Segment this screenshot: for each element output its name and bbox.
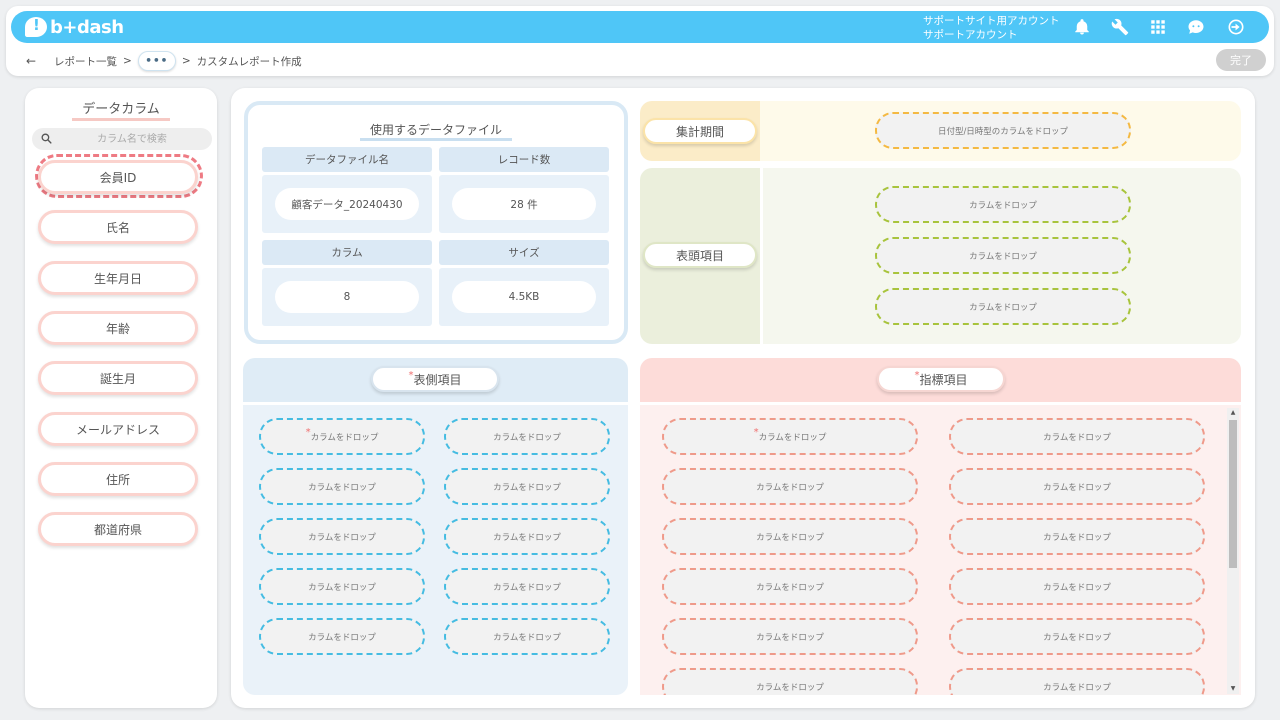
metrics-drop-area: * カラムをドロップ カラムをドロップ カラムをドロップ カラムをドロップ カラム… <box>640 405 1241 695</box>
data-file-title: 使用するデータファイル <box>248 121 624 141</box>
metric-drop-zone[interactable]: カラムをドロップ <box>949 668 1205 695</box>
breadcrumb-current: カスタムレポート作成 <box>196 55 302 68</box>
metric-drop-zone[interactable]: カラムをドロップ <box>662 518 918 555</box>
header-card: b+dash サポートサイト用アカウント サポートアカウント ← レポート一覧 … <box>6 6 1274 76</box>
breadcrumb-more-button[interactable]: ••• <box>137 51 176 71</box>
column-header-label: 表頭項目 <box>643 242 757 268</box>
logo-mark-icon <box>25 16 47 37</box>
record-count-cell: 28 件 <box>439 175 609 233</box>
metric-drop-zone[interactable]: カラムをドロップ <box>662 668 918 695</box>
column-item-birth-month[interactable]: 誕生月 <box>38 361 198 395</box>
bdash-logo[interactable]: b+dash <box>25 16 124 38</box>
metric-drop-zone[interactable]: カラムをドロップ <box>949 568 1205 605</box>
scroll-down-arrow-icon[interactable]: ▼ <box>1227 684 1239 694</box>
metrics-scrollbar[interactable]: ▲ ▼ <box>1227 408 1239 694</box>
column-item-age[interactable]: 年齢 <box>38 311 198 345</box>
column-count-cell: 8 <box>262 268 432 326</box>
row-header-drop-zone[interactable]: カラムをドロップ <box>444 518 610 555</box>
column-header-drop-zone[interactable]: カラムをドロップ <box>875 237 1131 274</box>
required-mark: * <box>408 369 414 381</box>
row-header-drop-zone[interactable]: カラムをドロップ <box>444 568 610 605</box>
sidebar-title: データカラム <box>25 98 217 121</box>
column-search-input[interactable] <box>62 128 202 150</box>
row-header-drop-zone[interactable]: カラムをドロップ <box>444 468 610 505</box>
row-header-drop-zone[interactable]: カラムをドロップ <box>444 618 610 655</box>
wrench-icon[interactable] <box>1109 16 1131 38</box>
column-count-value: 8 <box>275 281 419 313</box>
metric-drop-zone[interactable]: カラムをドロップ <box>662 618 918 655</box>
column-header-drop-zone[interactable]: カラムをドロップ <box>875 288 1131 325</box>
file-size-header: サイズ <box>439 240 609 265</box>
metric-drop-zone[interactable]: カラムをドロップ <box>949 618 1205 655</box>
logo-text: b+dash <box>50 16 124 38</box>
row-header-label: * 表側項目 <box>371 366 499 392</box>
column-item-address[interactable]: 住所 <box>38 462 198 496</box>
column-item-name[interactable]: 氏名 <box>38 210 198 244</box>
column-header-drop-zone[interactable]: カラムをドロップ <box>875 186 1131 223</box>
metric-drop-zone[interactable]: カラムをドロップ <box>949 418 1205 455</box>
account-info[interactable]: サポートサイト用アカウント サポートアカウント <box>923 14 1060 42</box>
data-column-sidebar: データカラム 会員ID 氏名 生年月日 年齢 誕生月 メールアドレス 住所 都道… <box>25 88 217 708</box>
required-mark: * <box>914 369 920 381</box>
metric-drop-zone[interactable]: カラムをドロップ <box>949 518 1205 555</box>
metric-drop-zone[interactable]: * カラムをドロップ <box>662 418 918 455</box>
record-count-header: レコード数 <box>439 147 609 172</box>
breadcrumb-separator: > <box>123 55 132 67</box>
account-user-name: サポートアカウント <box>923 29 1018 41</box>
record-count-value: 28 件 <box>452 188 596 220</box>
row-header-drop-zone[interactable]: カラムをドロップ <box>259 518 425 555</box>
logout-icon[interactable] <box>1225 16 1247 38</box>
metrics-label: * 指標項目 <box>877 366 1005 392</box>
row-header-drop-zone[interactable]: カラムをドロップ <box>444 418 610 455</box>
row-header-drop-zone[interactable]: カラムをドロップ <box>259 618 425 655</box>
metric-drop-zone[interactable]: カラムをドロップ <box>662 468 918 505</box>
scrollbar-thumb[interactable] <box>1229 420 1237 568</box>
column-count-header: カラム <box>262 240 432 265</box>
metric-drop-zone[interactable]: カラムをドロップ <box>949 468 1205 505</box>
metric-drop-zone[interactable]: カラムをドロップ <box>662 568 918 605</box>
period-label: 集計期間 <box>643 118 757 144</box>
scroll-up-arrow-icon[interactable]: ▲ <box>1227 408 1239 418</box>
row-header-drop-zone[interactable]: カラムをドロップ <box>259 468 425 505</box>
column-item-member-id[interactable]: 会員ID <box>38 160 198 194</box>
bell-icon[interactable] <box>1071 16 1093 38</box>
column-item-email[interactable]: メールアドレス <box>38 412 198 446</box>
done-button[interactable]: 完了 <box>1216 49 1266 71</box>
row-header-drop-zone[interactable]: カラムをドロップ <box>259 568 425 605</box>
chat-face-icon[interactable] <box>1185 16 1207 38</box>
breadcrumb-separator: > <box>181 55 191 67</box>
back-arrow-icon[interactable]: ← <box>26 54 46 68</box>
column-search[interactable] <box>32 128 212 150</box>
search-icon <box>41 133 52 144</box>
period-drop-zone[interactable]: 日付型/日時型のカラムをドロップ <box>875 112 1131 149</box>
row-header-drop-zone[interactable]: * カラムをドロップ <box>259 418 425 455</box>
data-file-panel: 使用するデータファイル データファイル名 レコード数 顧客データ_2024043… <box>244 101 628 344</box>
file-size-cell: 4.5KB <box>439 268 609 326</box>
report-builder: 使用するデータファイル データファイル名 レコード数 顧客データ_2024043… <box>231 88 1255 708</box>
data-file-name-value: 顧客データ_20240430 <box>275 188 419 220</box>
breadcrumb: ← レポート一覧 > ••• > カスタムレポート作成 <box>26 51 302 71</box>
account-site-name: サポートサイト用アカウント <box>923 15 1060 27</box>
breadcrumb-report-list[interactable]: レポート一覧 <box>54 54 117 69</box>
data-file-name-cell: 顧客データ_20240430 <box>262 175 432 233</box>
top-navigation-bar: b+dash サポートサイト用アカウント サポートアカウント <box>11 11 1269 43</box>
column-item-birthdate[interactable]: 生年月日 <box>38 261 198 295</box>
grid-icon[interactable] <box>1147 16 1169 38</box>
column-item-prefecture[interactable]: 都道府県 <box>38 512 198 546</box>
data-file-name-header: データファイル名 <box>262 147 432 172</box>
file-size-value: 4.5KB <box>452 281 596 313</box>
